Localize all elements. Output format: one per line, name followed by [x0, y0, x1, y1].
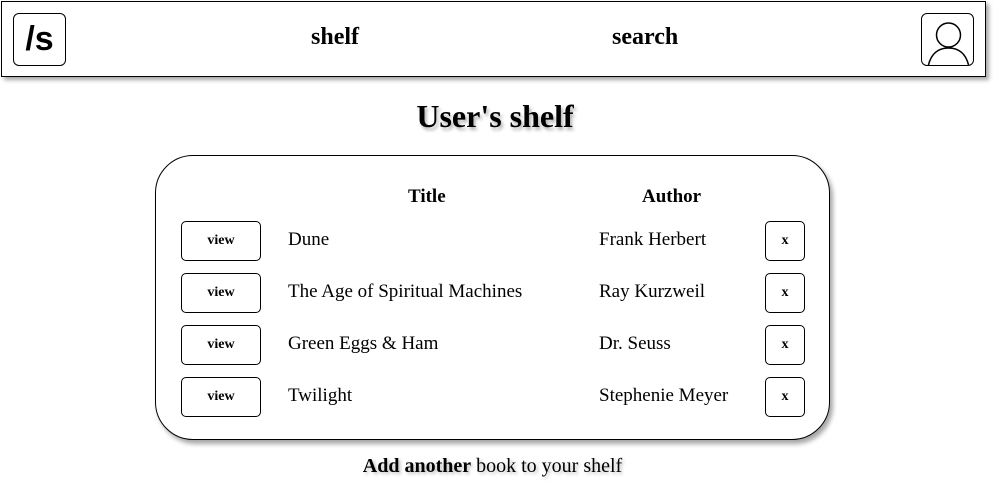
table-row: view Dune Frank Herbert x — [156, 221, 831, 261]
table-row: view Twilight Stephenie Meyer x — [156, 377, 831, 417]
top-nav-bar: /s shelf search — [1, 1, 986, 77]
column-header-author: Author — [642, 186, 702, 207]
view-button[interactable]: view — [181, 273, 261, 313]
table-row: view The Age of Spiritual Machines Ray K… — [156, 273, 831, 313]
view-button[interactable]: view — [181, 325, 261, 365]
book-title: Green Eggs & Ham — [288, 333, 439, 354]
nav-shelf-link[interactable]: shelf — [311, 24, 359, 51]
book-author: Ray Kurzweil — [599, 281, 706, 302]
nav-search-link[interactable]: search — [612, 24, 678, 51]
book-author: Stephenie Meyer — [599, 385, 729, 406]
view-button[interactable]: view — [181, 377, 261, 417]
remove-button[interactable]: x — [765, 273, 805, 313]
view-button[interactable]: view — [181, 221, 261, 261]
user-avatar-button[interactable] — [921, 13, 974, 66]
shelf-table: Title Author view Dune Frank Herbert x v… — [155, 155, 830, 440]
book-author: Frank Herbert — [599, 229, 707, 250]
column-header-title: Title — [408, 186, 446, 207]
remove-button[interactable]: x — [765, 325, 805, 365]
add-book-link-bold: Add another — [362, 455, 472, 477]
logo-button[interactable]: /s — [13, 13, 66, 66]
table-row: view Green Eggs & Ham Dr. Seuss x — [156, 325, 831, 365]
book-author: Dr. Seuss — [599, 333, 671, 354]
page-title: User's shelf — [416, 98, 574, 134]
book-title: Twilight — [288, 385, 353, 406]
add-book-link-rest: book to your shelf — [471, 455, 623, 477]
add-book-link[interactable]: Add another book to your shelf — [0, 455, 985, 478]
remove-button[interactable]: x — [765, 377, 805, 417]
user-avatar-icon — [927, 22, 970, 65]
book-title: The Age of Spiritual Machines — [288, 281, 523, 302]
remove-button[interactable]: x — [765, 221, 805, 261]
page: /s shelf search User's shelf Title Autho… — [0, 0, 1000, 495]
book-title: Dune — [288, 229, 330, 250]
